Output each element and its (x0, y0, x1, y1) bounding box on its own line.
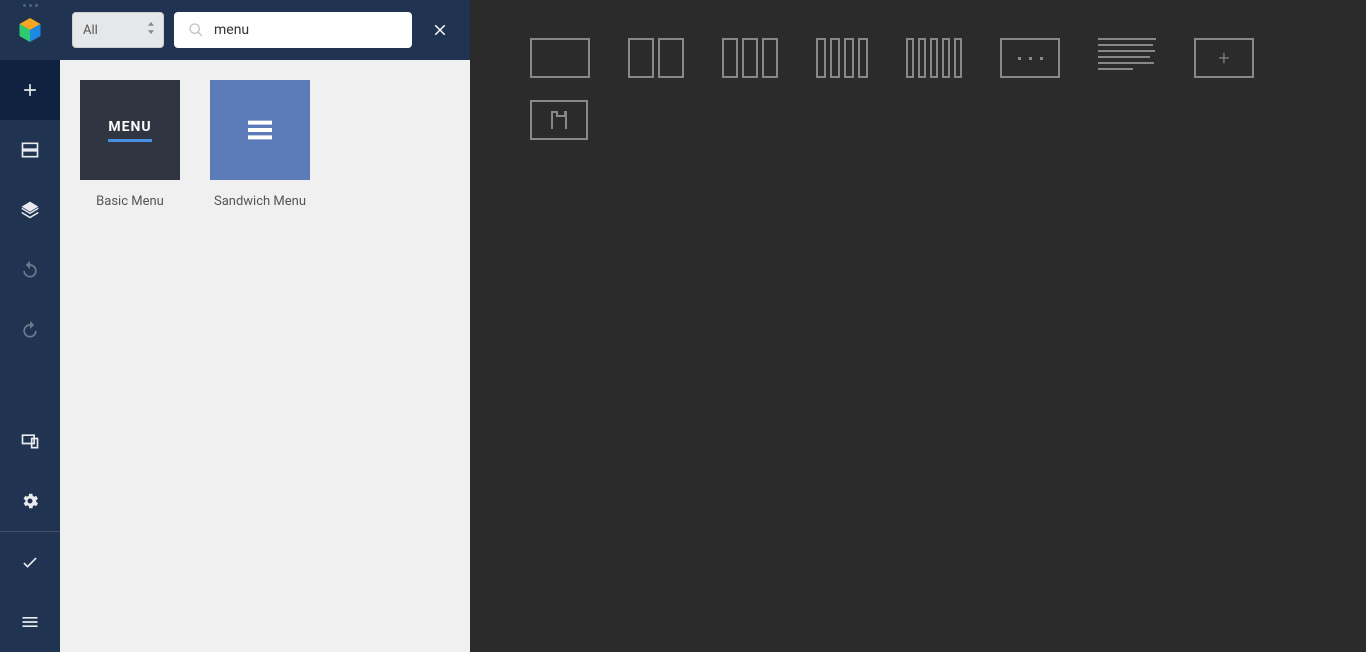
layout-two-columns[interactable] (628, 38, 684, 78)
row-icon (20, 140, 40, 160)
elements-panel: All MENU Basic Menu (60, 0, 470, 652)
select-caret-icon (147, 22, 155, 38)
undo-button[interactable] (0, 240, 60, 300)
devices-icon (20, 431, 40, 451)
element-label: Basic Menu (96, 194, 164, 209)
layout-text-block[interactable] (1098, 38, 1156, 78)
layout-four-columns[interactable] (816, 38, 868, 78)
element-sandwich-menu[interactable]: Sandwich Menu (210, 80, 310, 209)
settings-button[interactable] (0, 471, 60, 531)
search-field-wrapper (174, 12, 412, 48)
panel-header: All (60, 0, 470, 60)
element-thumbnail (210, 80, 310, 180)
logo-dots (23, 4, 38, 7)
close-panel-button[interactable] (422, 12, 458, 48)
elements-grid: MENU Basic Menu Sandwich Menu (60, 60, 470, 229)
thumbnail-text: MENU (108, 119, 151, 142)
publish-button[interactable] (0, 532, 60, 592)
element-basic-menu[interactable]: MENU Basic Menu (80, 80, 180, 209)
menu-button[interactable] (0, 592, 60, 652)
sandwich-menu-icon (244, 114, 276, 146)
plus-icon (20, 80, 40, 100)
element-thumbnail: MENU (80, 80, 180, 180)
row-layout-options: + (530, 38, 1306, 78)
add-element-button[interactable] (0, 60, 60, 120)
layout-five-columns[interactable] (906, 38, 962, 78)
element-label: Sandwich Menu (214, 194, 306, 209)
layout-template[interactable] (530, 100, 588, 140)
layout-more-options[interactable] (1000, 38, 1060, 78)
hamburger-icon (20, 612, 40, 632)
app-logo[interactable] (0, 0, 60, 60)
layers-icon (20, 200, 40, 220)
redo-button[interactable] (0, 300, 60, 360)
layout-one-column[interactable] (530, 38, 590, 78)
category-filter[interactable]: All (72, 12, 164, 48)
search-icon (188, 22, 204, 38)
plus-icon: + (1218, 46, 1229, 70)
filter-selected-value: All (83, 23, 98, 38)
cube-logo-icon (15, 15, 45, 45)
search-input[interactable] (214, 22, 398, 38)
responsive-button[interactable] (0, 411, 60, 471)
redo-icon (20, 320, 40, 340)
layout-three-columns[interactable] (722, 38, 778, 78)
vertical-toolbar (0, 0, 60, 652)
layout-add-custom[interactable]: + (1194, 38, 1254, 78)
editor-canvas: + (470, 0, 1366, 652)
undo-icon (20, 260, 40, 280)
layers-button[interactable] (0, 180, 60, 240)
close-icon (431, 21, 449, 39)
gear-icon (20, 491, 40, 511)
row-layout-button[interactable] (0, 120, 60, 180)
check-icon (20, 552, 40, 572)
